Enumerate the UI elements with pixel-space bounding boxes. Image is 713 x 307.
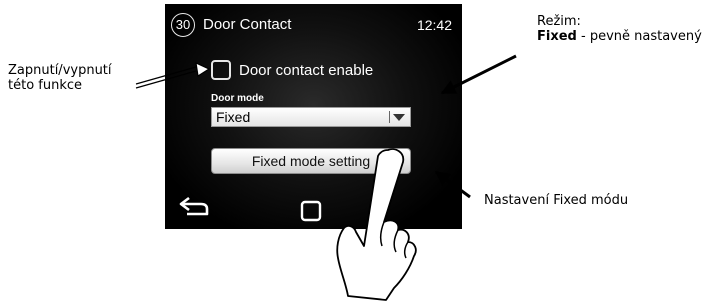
- select-divider: [389, 111, 390, 123]
- status-bar: 30 Door Contact 12:42: [165, 4, 462, 44]
- door-mode-selected-value: Fixed: [216, 109, 251, 125]
- door-mode-label: Door mode: [211, 93, 264, 104]
- fixed-mode-setting-button[interactable]: Fixed mode setting: [211, 148, 411, 174]
- door-contact-enable-label: Door contact enable: [239, 61, 374, 79]
- door-contact-enable-row[interactable]: Door contact enable: [211, 58, 373, 82]
- annotation-checkbox: Zapnutí/vypnutí této funkce: [8, 63, 112, 93]
- annotation-button: Nastavení Fixed módu: [484, 193, 629, 208]
- door-contact-enable-checkbox[interactable]: [211, 60, 231, 80]
- annotation-mode-rest: - pevně nastavený: [576, 29, 702, 44]
- annotation-mode-bold: Fixed: [537, 29, 577, 44]
- annotation-mode: Režim: Fixed - pevně nastavený: [537, 14, 702, 44]
- home-square-icon[interactable]: [300, 200, 322, 222]
- door-mode-select[interactable]: Fixed: [211, 107, 411, 127]
- screen-title: Door Contact: [203, 16, 292, 33]
- annotation-mode-line1: Režim:: [537, 14, 581, 29]
- device-screen: 30 Door Contact 12:42 Door contact enabl…: [165, 4, 462, 229]
- screen-number-badge: 30: [171, 13, 195, 37]
- chevron-down-icon[interactable]: [393, 114, 405, 121]
- annotation-mode-line2: Fixed - pevně nastavený: [537, 29, 702, 44]
- annotation-checkbox-line2: této funkce: [8, 78, 83, 93]
- back-arrow-icon[interactable]: [177, 194, 211, 218]
- annotation-checkbox-line1: Zapnutí/vypnutí: [8, 63, 112, 78]
- clock: 12:42: [416, 17, 452, 33]
